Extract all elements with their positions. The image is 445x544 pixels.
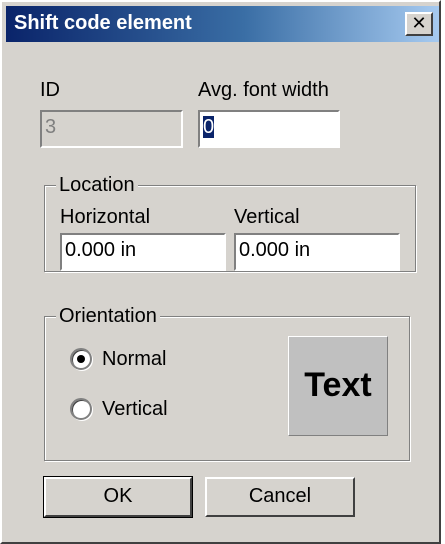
avg-font-width-field[interactable]: 0 [198, 110, 340, 148]
avg-font-width-value: 0 [203, 116, 215, 138]
location-legend: Location [56, 174, 138, 197]
orientation-preview: Text [288, 336, 388, 436]
cancel-button[interactable]: Cancel [205, 477, 355, 517]
vertical-field[interactable]: 0.000 in [234, 233, 400, 271]
close-icon: ✕ [411, 13, 427, 34]
close-button[interactable]: ✕ [405, 12, 433, 36]
title-bar[interactable]: Shift code element ✕ [6, 6, 439, 42]
normal-radio-label[interactable]: Normal [102, 348, 166, 371]
id-label: ID [40, 79, 60, 101]
id-field: 3 [40, 110, 183, 148]
avg-font-width-label: Avg. font width [198, 79, 329, 101]
ok-button[interactable]: OK [43, 476, 193, 518]
vertical-radio-label[interactable]: Vertical [102, 398, 168, 421]
normal-radio[interactable] [70, 348, 92, 370]
vertical-radio[interactable] [70, 398, 92, 420]
horizontal-label: Horizontal [60, 206, 151, 228]
window-title: Shift code element [14, 12, 192, 34]
orientation-legend: Orientation [56, 305, 160, 328]
horizontal-field[interactable]: 0.000 in [60, 233, 226, 271]
vertical-label: Vertical [234, 206, 300, 228]
